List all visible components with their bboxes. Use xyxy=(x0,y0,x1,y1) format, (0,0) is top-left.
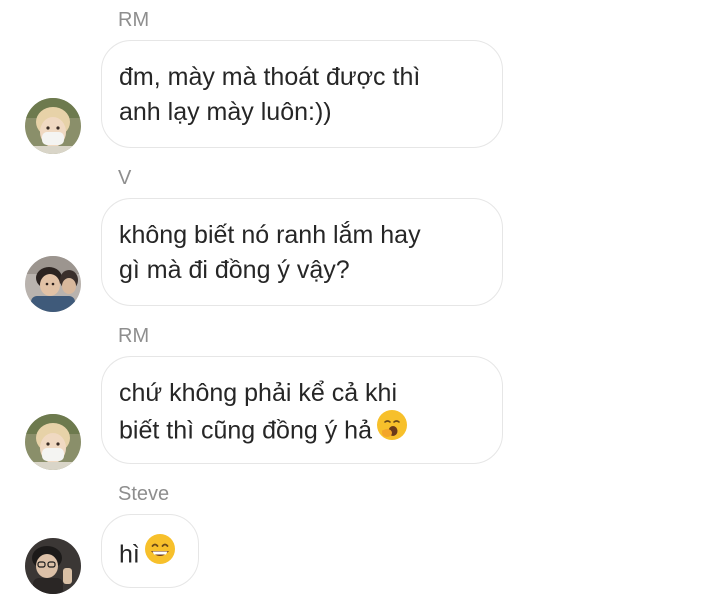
chat-thread: RM đm, mày mà thoát được thì anh lạy mày… xyxy=(0,0,720,599)
message-line: biết thì cũng đồng ý hả xyxy=(119,409,485,453)
rm-avatar-icon[interactable] xyxy=(25,98,81,154)
yawning-face-icon xyxy=(376,409,408,451)
message-bubble[interactable]: đm, mày mà thoát được thì anh lạy mày lu… xyxy=(101,40,503,148)
sender-name: RM xyxy=(118,9,150,31)
grinning-face-icon xyxy=(144,533,176,575)
message-line: không biết nó ranh lắm hay xyxy=(119,221,421,249)
message-bubble[interactable]: không biết nó ranh lắm hay gì mà đi đồng… xyxy=(101,198,503,306)
sender-name: RM xyxy=(118,325,150,347)
rm-avatar-icon[interactable] xyxy=(25,414,81,470)
sender-name: V xyxy=(118,167,132,189)
message-bubble[interactable]: hì xyxy=(101,514,199,588)
message-line: chứ không phải kể cả khi xyxy=(119,379,398,407)
message-bubble[interactable]: chứ không phải kể cả khi biết thì cũng đ… xyxy=(101,356,503,464)
message-line: đm, mày mà thoát được thì xyxy=(119,63,421,91)
sender-name: Steve xyxy=(118,483,170,505)
message-line: hì xyxy=(119,533,181,577)
steve-avatar-icon[interactable] xyxy=(25,538,81,594)
message-line: gì mà đi đồng ý vậy? xyxy=(119,256,350,284)
message-line-text: biết thì cũng đồng ý hả xyxy=(119,416,372,445)
message-line-text: hì xyxy=(119,540,140,569)
v-avatar-icon[interactable] xyxy=(25,256,81,312)
message-line: anh lạy mày luôn:)) xyxy=(119,98,332,126)
